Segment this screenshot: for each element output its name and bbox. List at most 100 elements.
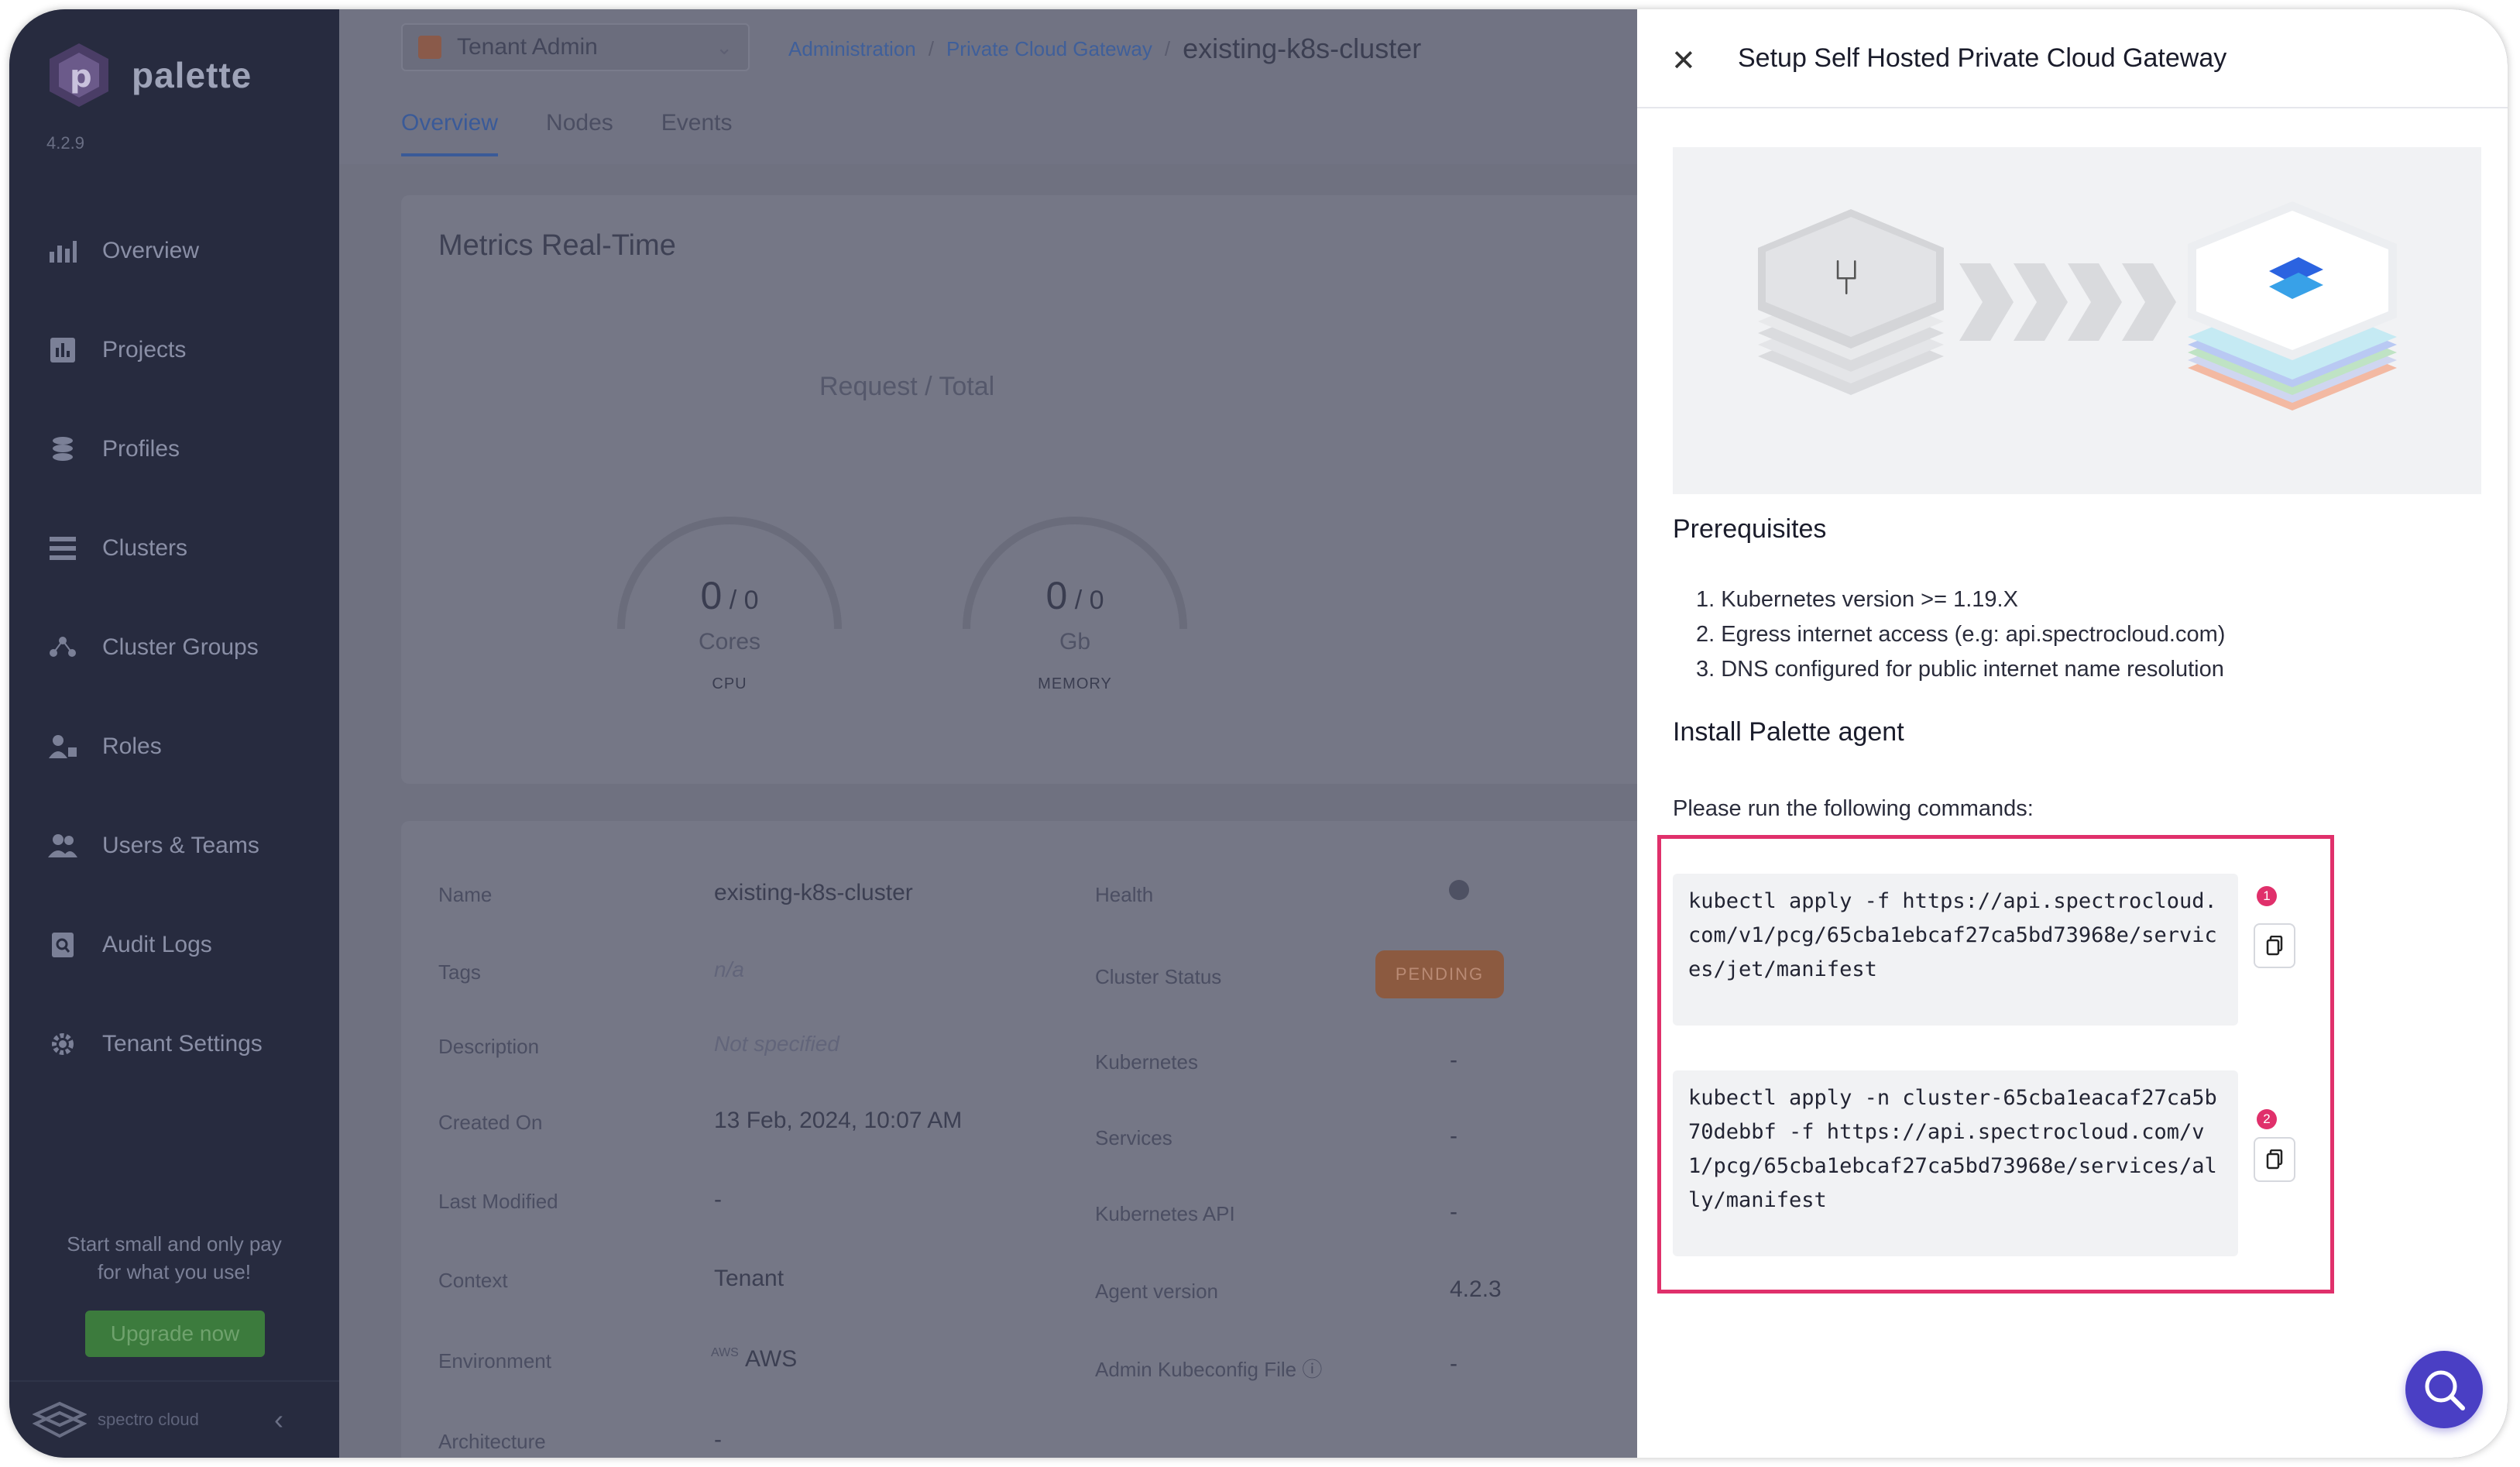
promo-line: Start small and only pay <box>67 1232 282 1256</box>
detail-value-kubernetes: - <box>1450 1047 1457 1073</box>
copy-icon <box>2266 1149 2283 1170</box>
promo-line: for what you use! <box>98 1260 251 1283</box>
sidebar-item-cluster-groups[interactable]: Cluster Groups <box>9 598 339 697</box>
sidebar-item-label: Users & Teams <box>102 833 259 858</box>
detail-value-context: Tenant <box>714 1266 784 1291</box>
upgrade-now-button[interactable]: Upgrade now <box>85 1311 265 1357</box>
spectro-cloud-brand: spectro cloud <box>33 1400 199 1439</box>
chevron-left-icon[interactable]: ‹ <box>274 1403 283 1436</box>
cluster-details-card: Name existing-k8s-cluster Tags n/a Descr… <box>401 821 1656 1458</box>
logo-text: palette <box>132 55 252 95</box>
tab-bar: Overview Nodes Events <box>401 110 780 156</box>
detail-value-name: existing-k8s-cluster <box>714 880 913 905</box>
palette-logo-icon: p <box>50 43 108 107</box>
tenant-label: Tenant Admin <box>457 34 598 60</box>
drawer-title: Setup Self Hosted Private Cloud Gateway <box>1738 43 2227 73</box>
sidebar-item-profiles[interactable]: Profiles <box>9 400 339 499</box>
info-icon[interactable]: ⓘ <box>1302 1358 1322 1381</box>
detail-label-health: Health <box>1095 883 1154 906</box>
sidebar-item-tenant-settings[interactable]: Tenant Settings <box>9 995 339 1094</box>
detail-label-last-modified: Last Modified <box>438 1190 558 1213</box>
sidebar-item-users-teams[interactable]: Users & Teams <box>9 796 339 895</box>
command-block-2[interactable]: kubectl apply -n cluster-65cba1eacaf27ca… <box>1673 1070 2238 1256</box>
detail-value-last-modified: - <box>714 1187 722 1212</box>
copy-command-1-button[interactable] <box>2254 923 2295 968</box>
sidebar-item-roles[interactable]: Roles <box>9 697 339 796</box>
breadcrumb-administration[interactable]: Administration <box>788 37 916 61</box>
sidebar-item-label: Audit Logs <box>102 932 212 957</box>
sidebar-footer: spectro cloud ‹ <box>9 1380 339 1458</box>
metrics-title: Metrics Real-Time <box>438 229 676 262</box>
cpu-caption: CPU <box>712 675 747 692</box>
breadcrumb-separator: / <box>1164 36 1171 60</box>
detail-label-name: Name <box>438 883 493 906</box>
clusters-icon <box>46 532 79 565</box>
detail-label-context: Context <box>438 1269 508 1292</box>
gateway-illustration: ⑂ <box>1673 147 2481 494</box>
sidebar-item-label: Tenant Settings <box>102 1031 263 1056</box>
cpu-value: 0 / 0 <box>700 574 759 617</box>
gear-icon <box>46 1028 79 1060</box>
detail-label-services: Services <box>1095 1126 1172 1149</box>
sidebar-nav: Overview Projects Profiles Clusters Clus… <box>9 201 339 1094</box>
memory-used: 0 <box>1045 574 1068 617</box>
detail-label-environment: Environment <box>438 1349 551 1373</box>
metrics-card: Metrics Real-Time Request / Total 0 / 0 … <box>401 195 1656 784</box>
detail-label-kubernetes: Kubernetes <box>1095 1050 1198 1074</box>
svg-text:⑂: ⑂ <box>1832 249 1861 307</box>
search-icon <box>2425 1370 2465 1410</box>
prerequisite-item: 2. Egress internet access (e.g: api.spec… <box>1696 622 2226 647</box>
sidebar-item-clusters[interactable]: Clusters <box>9 499 339 598</box>
cpu-unit: Cores <box>698 629 761 654</box>
copy-icon <box>2266 936 2283 956</box>
sidebar-item-overview[interactable]: Overview <box>9 201 339 301</box>
detail-label-tags: Tags <box>438 960 481 984</box>
breadcrumb: Administration / Private Cloud Gateway /… <box>788 33 1421 65</box>
chevron-down-icon: ⌄ <box>716 36 733 59</box>
cpu-gauge: 0 / 0 Cores CPU <box>598 482 861 699</box>
tenant-icon <box>418 36 441 59</box>
sidebar: p palette 4.2.9 Overview Projects Profil… <box>9 9 339 1458</box>
admin-kubeconfig-label: Admin Kubeconfig File <box>1095 1358 1297 1381</box>
detail-label-description: Description <box>438 1035 540 1058</box>
audit-logs-icon <box>46 929 79 961</box>
detail-value-description: Not specified <box>714 1032 839 1056</box>
version-label: 4.2.9 <box>46 133 84 153</box>
sidebar-item-label: Projects <box>102 337 187 362</box>
projects-icon <box>46 334 79 366</box>
detail-value-admin-kubeconfig: - <box>1450 1351 1457 1376</box>
command-block-1[interactable]: kubectl apply -f https://api.spectroclou… <box>1673 874 2238 1026</box>
prerequisite-item: 1. Kubernetes version >= 1.19.X <box>1696 587 2018 612</box>
svg-text:p: p <box>70 59 92 94</box>
tab-overview[interactable]: Overview <box>401 110 499 156</box>
detail-label-agent-version: Agent version <box>1095 1280 1218 1303</box>
sidebar-item-projects[interactable]: Projects <box>9 301 339 400</box>
logo[interactable]: p palette <box>46 40 252 110</box>
sidebar-item-label: Profiles <box>102 436 180 462</box>
breadcrumb-private-cloud-gateway[interactable]: Private Cloud Gateway <box>946 37 1152 61</box>
tenant-selector[interactable]: Tenant Admin ⌄ <box>401 23 750 71</box>
sidebar-item-audit-logs[interactable]: Audit Logs <box>9 895 339 995</box>
sidebar-item-label: Clusters <box>102 535 188 561</box>
spectro-cloud-logo-icon <box>33 1401 87 1438</box>
detail-value-created-on: 13 Feb, 2024, 10:07 AM <box>714 1108 963 1133</box>
detail-label-admin-kubeconfig: Admin Kubeconfig File ⓘ <box>1095 1354 1322 1383</box>
install-agent-heading: Install Palette agent <box>1673 717 1904 747</box>
tab-nodes[interactable]: Nodes <box>546 110 613 156</box>
detail-label-cluster-status: Cluster Status <box>1095 965 1222 988</box>
memory-gauge: 0 / 0 Gb MEMORY <box>943 482 1207 699</box>
cpu-total: 0 <box>743 586 759 615</box>
detail-value-tags: n/a <box>714 957 744 981</box>
search-help-button[interactable] <box>2405 1351 2483 1428</box>
app-window: p palette 4.2.9 Overview Projects Profil… <box>9 9 2508 1458</box>
detail-value-kubernetes-api: - <box>1450 1199 1457 1225</box>
copy-command-2-button[interactable] <box>2254 1137 2295 1182</box>
tab-events[interactable]: Events <box>661 110 733 156</box>
step-badge-2: 2 <box>2257 1109 2277 1129</box>
detail-label-architecture: Architecture <box>438 1430 546 1453</box>
aws-icon: AWS <box>711 1346 739 1359</box>
detail-value-agent-version: 4.2.3 <box>1450 1276 1502 1302</box>
prerequisite-item: 3. DNS configured for public internet na… <box>1696 657 2224 682</box>
close-icon[interactable]: ✕ <box>1671 46 1696 76</box>
drawer-header: ✕ Setup Self Hosted Private Cloud Gatewa… <box>1637 9 2508 108</box>
